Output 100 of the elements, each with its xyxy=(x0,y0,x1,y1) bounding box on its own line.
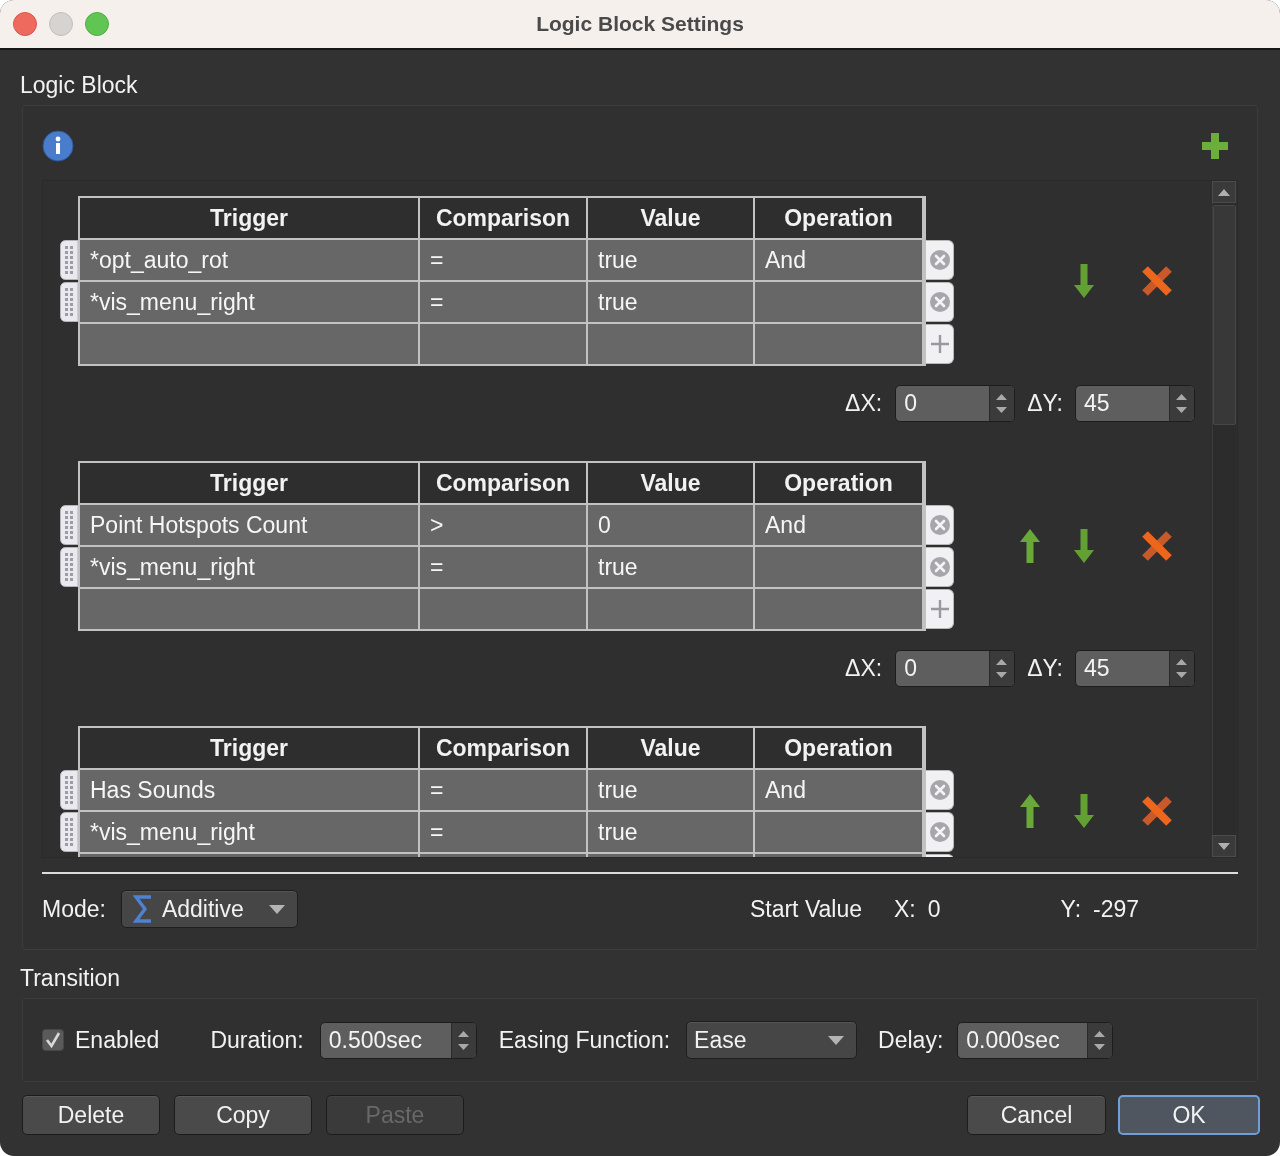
caret-down-icon xyxy=(268,904,285,914)
column-header: Value xyxy=(588,198,753,238)
close-icon[interactable] xyxy=(13,12,37,36)
table-cell: 0 xyxy=(588,505,753,545)
y-value: -297 xyxy=(1093,895,1140,923)
table-cell: Has Sounds xyxy=(80,770,418,810)
table-cell: = xyxy=(420,282,586,322)
delta-x-label: ΔX: xyxy=(845,655,883,682)
zoom-icon[interactable] xyxy=(85,12,109,36)
stepper-arrows-icon[interactable] xyxy=(1169,651,1194,686)
cross-icon[interactable] xyxy=(1140,794,1174,828)
delta-x-spinbox[interactable]: 0 xyxy=(895,650,1016,687)
table-cell: *vis_menu_right xyxy=(80,812,418,852)
dialog-button[interactable]: Cancel xyxy=(967,1095,1106,1135)
table-cell: true xyxy=(588,770,753,810)
scroll-down-button[interactable] xyxy=(1212,835,1236,857)
drag-handle-icon[interactable] xyxy=(60,547,78,587)
scrollbar-thumb[interactable] xyxy=(1213,205,1236,425)
remove-row-button[interactable] xyxy=(926,770,954,810)
triangle-up-icon xyxy=(1218,188,1230,196)
caret-down-icon xyxy=(828,1035,845,1045)
remove-row-button[interactable] xyxy=(926,282,954,322)
sigma-icon xyxy=(131,894,154,924)
delta-x-spinbox[interactable]: 0 xyxy=(895,385,1016,422)
cross-icon[interactable] xyxy=(1140,264,1174,298)
section-label: Logic Block xyxy=(20,71,138,99)
arrow-down-icon[interactable] xyxy=(1073,528,1095,564)
table-cell: And xyxy=(755,505,922,545)
plus-icon xyxy=(929,334,950,354)
mode-dropdown[interactable]: Additive xyxy=(120,890,298,928)
column-header: Trigger xyxy=(80,198,418,238)
column-header: Operation xyxy=(755,463,922,503)
scroll-up-button[interactable] xyxy=(1212,181,1236,203)
drag-handle-icon[interactable] xyxy=(60,812,78,852)
x-circle-icon xyxy=(928,249,951,271)
table-cell: > xyxy=(420,505,586,545)
easing-dropdown[interactable]: Ease xyxy=(686,1021,858,1059)
dialog-button[interactable]: Copy xyxy=(174,1095,312,1135)
table-cell: And xyxy=(755,770,922,810)
arrow-up-icon[interactable] xyxy=(1019,793,1041,829)
column-header: Operation xyxy=(755,728,922,768)
easing-label: Easing Function: xyxy=(498,1026,671,1054)
x-circle-icon xyxy=(928,514,951,536)
duration-label: Duration: xyxy=(210,1026,304,1054)
section-label: Transition xyxy=(20,964,121,992)
stepper-arrows-icon[interactable] xyxy=(989,651,1015,686)
column-header: Value xyxy=(588,728,753,768)
cross-icon[interactable] xyxy=(1140,529,1174,563)
delay-spinbox[interactable]: 0.000sec xyxy=(957,1021,1114,1059)
delta-y-spinbox[interactable]: 45 xyxy=(1075,650,1195,687)
table-cell: Point Hotspots Count xyxy=(80,505,418,545)
x-label: X: xyxy=(894,895,916,923)
arrow-up-icon[interactable] xyxy=(1019,528,1041,564)
delay-label: Delay: xyxy=(878,1026,944,1054)
duration-spinbox[interactable]: 0.500sec xyxy=(319,1021,477,1059)
table-cell: = xyxy=(420,812,586,852)
table-cell: *vis_menu_right xyxy=(80,282,418,322)
column-header: Trigger xyxy=(80,463,418,503)
table-cell: true xyxy=(588,812,753,852)
table-cell: *vis_menu_right xyxy=(80,547,418,587)
plus-icon xyxy=(929,599,950,619)
drag-handle-icon[interactable] xyxy=(60,282,78,322)
checkbox[interactable] xyxy=(42,1029,64,1051)
column-header: Comparison xyxy=(420,728,586,768)
remove-row-button[interactable] xyxy=(926,547,954,587)
arrow-down-icon[interactable] xyxy=(1073,263,1095,299)
column-header: Comparison xyxy=(420,463,586,503)
x-circle-icon xyxy=(928,821,951,843)
table-cell: = xyxy=(420,770,586,810)
triangle-down-icon xyxy=(1218,842,1230,850)
delta-y-spinbox[interactable]: 45 xyxy=(1075,385,1195,422)
remove-row-button[interactable] xyxy=(926,240,954,280)
column-header: Trigger xyxy=(80,728,418,768)
table-cell: = xyxy=(420,547,586,587)
enabled-label: Enabled xyxy=(75,1026,160,1054)
x-circle-icon xyxy=(928,779,951,801)
drag-handle-icon[interactable] xyxy=(60,770,78,810)
stepper-arrows-icon[interactable] xyxy=(1087,1022,1113,1058)
stepper-arrows-icon[interactable] xyxy=(1169,386,1194,421)
info-icon[interactable] xyxy=(42,130,74,162)
x-circle-icon xyxy=(928,291,951,313)
table-cell: = xyxy=(420,240,586,280)
table-cell: And xyxy=(755,240,922,280)
x-circle-icon xyxy=(928,556,951,578)
stepper-arrows-icon[interactable] xyxy=(450,1022,476,1058)
drag-handle-icon[interactable] xyxy=(60,240,78,280)
dialog-button[interactable]: Delete xyxy=(22,1095,160,1135)
plus-icon[interactable] xyxy=(1200,131,1230,161)
mode-label: Mode: xyxy=(42,895,106,923)
drag-handle-icon[interactable] xyxy=(60,505,78,545)
delta-x-label: ΔX: xyxy=(845,390,883,417)
y-label: Y: xyxy=(1060,895,1082,923)
start-value-label: Start Value xyxy=(749,895,863,923)
delta-y-label: ΔY: xyxy=(1027,390,1063,417)
dialog-button[interactable]: OK xyxy=(1118,1095,1260,1135)
column-header: Operation xyxy=(755,198,922,238)
table-cell: *opt_auto_rot xyxy=(80,240,418,280)
arrow-down-icon[interactable] xyxy=(1073,793,1095,829)
stepper-arrows-icon[interactable] xyxy=(989,386,1015,421)
table-cell: true xyxy=(588,547,753,587)
